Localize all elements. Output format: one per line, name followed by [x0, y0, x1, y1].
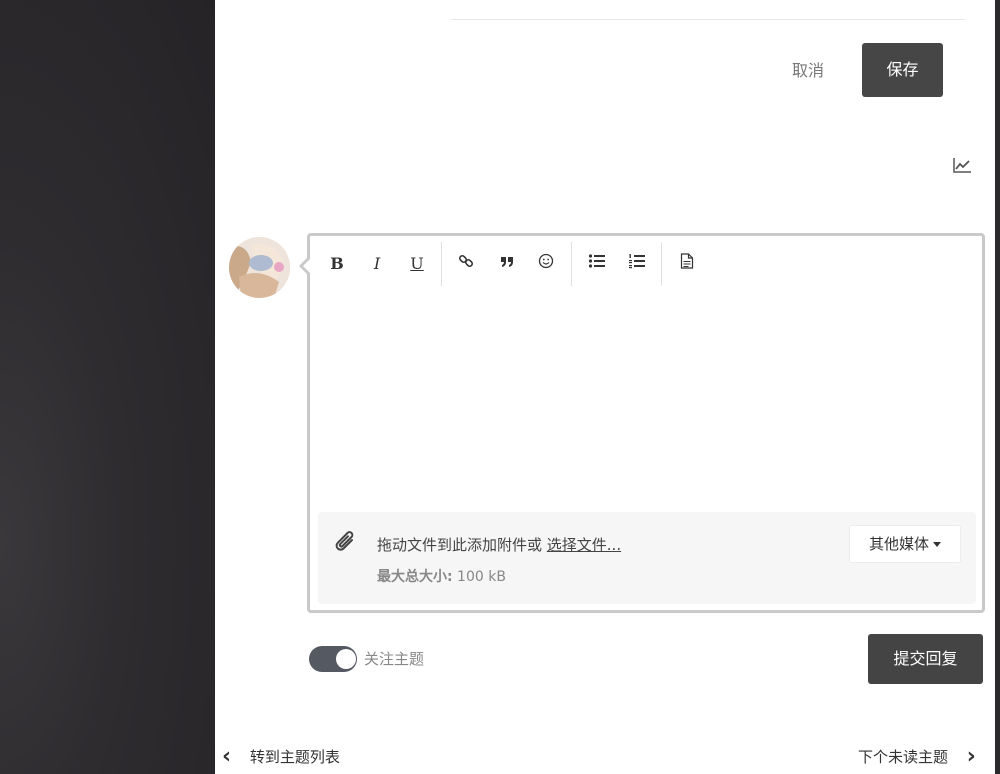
- avatar: [229, 237, 290, 298]
- chevron-left-icon: ‹: [222, 744, 232, 769]
- cancel-button[interactable]: 取消: [778, 56, 838, 86]
- attachment-instructions: 拖动文件到此添加附件或 选择文件...: [377, 534, 621, 555]
- go-to-topic-list-link[interactable]: ‹ 转到主题列表: [222, 744, 340, 770]
- attachment-drop-text: 拖动文件到此添加附件或: [377, 536, 547, 554]
- quote-icon: [501, 257, 513, 267]
- italic-button[interactable]: I: [362, 252, 392, 276]
- size-limit-value: 100 kB: [452, 569, 506, 585]
- chevron-right-icon: ›: [966, 744, 976, 769]
- topic-list-label: 转到主题列表: [249, 748, 340, 766]
- other-media-label: 其他媒体: [868, 535, 929, 553]
- link-button[interactable]: [451, 252, 481, 276]
- bullet-list-icon: [588, 254, 605, 268]
- chart-icon[interactable]: [951, 155, 973, 175]
- caret-down-icon: [933, 542, 941, 547]
- divider: [450, 19, 965, 20]
- bulleted-list-button[interactable]: [582, 252, 612, 276]
- smiley-icon: [538, 253, 554, 269]
- background-right: [995, 0, 1000, 774]
- toggle-knob: [336, 649, 356, 669]
- next-unread-topic-link[interactable]: 下个未读主题 ›: [858, 744, 976, 770]
- attachment-size-limit: 最大总大小: 100 kB: [377, 566, 506, 586]
- underline-button[interactable]: U: [402, 252, 432, 276]
- link-icon: [458, 254, 474, 268]
- emoji-button[interactable]: [531, 252, 561, 276]
- size-limit-label: 最大总大小:: [377, 569, 453, 585]
- numbered-list-icon: [629, 254, 645, 269]
- next-unread-label: 下个未读主题: [858, 748, 949, 766]
- numbered-list-button[interactable]: [622, 252, 652, 276]
- bold-button[interactable]: B: [322, 252, 352, 276]
- paperclip-icon: [335, 531, 354, 551]
- submit-reply-button[interactable]: 提交回复: [868, 634, 983, 684]
- background-left: [0, 0, 215, 774]
- toolbar-separator: [571, 242, 572, 286]
- source-button[interactable]: [672, 252, 702, 276]
- choose-files-link[interactable]: 选择文件...: [547, 536, 621, 554]
- toolbar-separator: [661, 242, 662, 286]
- editor-pointer-inner: [303, 258, 311, 274]
- other-media-button[interactable]: 其他媒体: [849, 525, 961, 563]
- quote-button[interactable]: [492, 252, 522, 276]
- save-button[interactable]: 保存: [862, 43, 943, 97]
- document-icon: [680, 253, 694, 269]
- watch-topic-label: 关注主题: [364, 650, 425, 668]
- toolbar-separator: [441, 242, 442, 286]
